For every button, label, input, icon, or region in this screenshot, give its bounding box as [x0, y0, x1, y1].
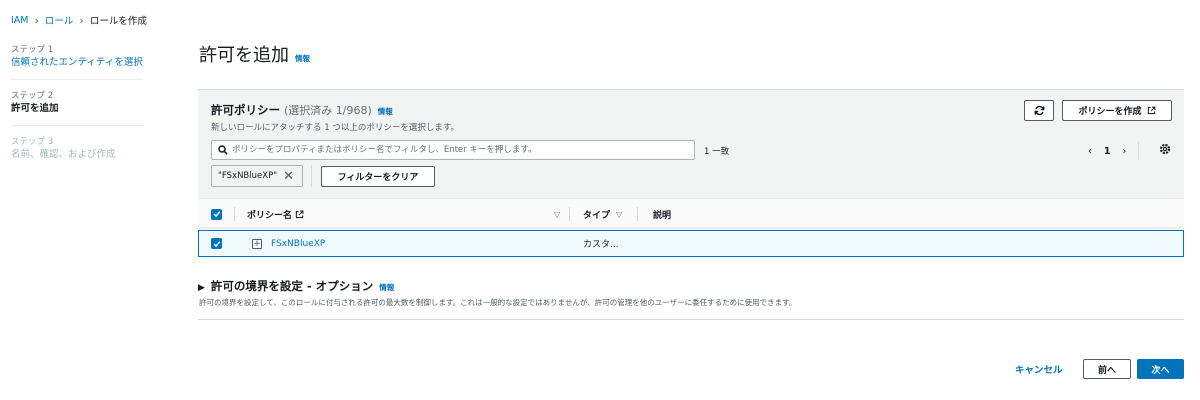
- select-all-checkbox[interactable]: [211, 208, 222, 220]
- policies-header: 許可ポリシー (選択済み 1/968) 情報 新しいロールにアタッチする 1 つ…: [211, 102, 459, 133]
- permissions-policies-panel: 許可ポリシー (選択済み 1/968) 情報 新しいロールにアタッチする 1 つ…: [198, 89, 1184, 257]
- search-icon: [218, 145, 228, 155]
- policies-table-header: ポリシー名 ▽ タイプ ▽ 説明: [198, 198, 1184, 228]
- token-divider: [311, 165, 312, 187]
- policies-selected-count: (選択済み 1/968): [284, 104, 372, 117]
- column-divider: [637, 207, 638, 221]
- page-info-link[interactable]: 情報: [295, 53, 310, 64]
- row-checkbox[interactable]: [211, 238, 222, 249]
- breadcrumb-roles[interactable]: ロール: [45, 13, 74, 27]
- page-header: 許可を追加 情報: [199, 41, 310, 67]
- checkmark-icon: [213, 211, 220, 218]
- create-policy-button[interactable]: ポリシーを作成: [1062, 100, 1172, 121]
- chevron-right-icon: ›: [34, 13, 39, 27]
- external-link-icon: [295, 210, 304, 218]
- step-3-number: ステップ 3: [11, 137, 54, 147]
- create-policy-label: ポリシーを作成: [1078, 107, 1142, 117]
- column-divider: [234, 207, 235, 221]
- step-2-number: ステップ 2: [11, 91, 54, 101]
- step-2: ステップ 2 許可を追加: [11, 90, 143, 126]
- policy-name-link[interactable]: FSxNBlueXP: [271, 239, 325, 249]
- page-title: 許可を追加: [199, 45, 289, 66]
- step-3-title: 名前、確認、および作成: [11, 149, 116, 160]
- sort-down-icon: ▽: [616, 209, 623, 219]
- column-policy-name-label: ポリシー名: [247, 210, 293, 221]
- sort-down-icon: ▽: [554, 209, 561, 219]
- clear-filters-button[interactable]: フィルターをクリア: [321, 166, 435, 187]
- boundary-title[interactable]: 許可の境界を設定 - オプション: [211, 278, 373, 294]
- breadcrumb-iam[interactable]: IAM: [11, 15, 29, 26]
- pager-divider: [1138, 142, 1140, 160]
- column-divider: [569, 207, 570, 221]
- table-row[interactable]: + FSxNBlueXP カスタ...: [198, 230, 1184, 257]
- chevron-right-icon[interactable]: ›: [1122, 146, 1126, 157]
- refresh-button[interactable]: [1024, 100, 1054, 121]
- select-all-cell: [211, 199, 222, 229]
- sort-policy-name[interactable]: ▽: [548, 199, 560, 229]
- expand-plus-icon[interactable]: +: [252, 238, 262, 249]
- step-1: ステップ 1 信頼されたエンティティを選択: [11, 44, 143, 80]
- policy-search-field[interactable]: [211, 140, 695, 160]
- gear-icon[interactable]: [1159, 143, 1171, 155]
- column-policy-name[interactable]: ポリシー名: [247, 199, 304, 229]
- column-type-label: タイプ: [583, 210, 611, 221]
- policy-type: カスタ...: [583, 240, 619, 250]
- policies-description: 新しいロールにアタッチする 1 つ以上のポリシーを選択します。: [211, 123, 459, 133]
- external-link-icon: [1147, 106, 1155, 115]
- previous-button[interactable]: 前へ: [1083, 359, 1131, 379]
- column-description-label: 説明: [653, 210, 672, 221]
- row-select-cell: [211, 231, 222, 256]
- refresh-icon: [1034, 105, 1044, 116]
- chevron-left-icon[interactable]: ‹: [1088, 146, 1092, 157]
- close-icon[interactable]: ✕: [283, 169, 294, 184]
- policy-search-input[interactable]: [232, 145, 692, 155]
- chevron-right-icon: ›: [79, 13, 84, 27]
- column-description: 説明: [653, 199, 671, 229]
- wizard-steps: ステップ 1 信頼されたエンティティを選択 ステップ 2 許可を追加 ステップ …: [11, 44, 143, 181]
- filter-token-label: "FSxNBlueXP": [218, 171, 278, 181]
- caret-right-icon[interactable]: ▶: [198, 283, 205, 293]
- policies-info-link[interactable]: 情報: [378, 106, 393, 117]
- breadcrumb-create-role: ロールを作成: [89, 16, 147, 27]
- row-policy-name-cell: + FSxNBlueXP: [252, 231, 325, 256]
- page-number[interactable]: 1: [1104, 146, 1111, 157]
- checkmark-icon: [213, 240, 220, 247]
- permissions-boundary-section: ▶ 許可の境界を設定 - オプション 情報 許可の境界を設定して、このロールに付…: [198, 278, 1184, 320]
- step-1-number: ステップ 1: [11, 45, 54, 55]
- step-2-title: 許可を追加: [11, 103, 59, 114]
- boundary-info-link[interactable]: 情報: [379, 282, 394, 293]
- pagination: ‹ 1 ›: [1088, 142, 1140, 160]
- next-button[interactable]: 次へ: [1137, 359, 1184, 379]
- boundary-description: 許可の境界を設定して、このロールに付与される許可の最大数を制御します。これは一般…: [199, 298, 797, 307]
- policies-title: 許可ポリシー: [211, 103, 280, 117]
- match-count: 1 一致: [704, 147, 730, 157]
- cancel-button[interactable]: キャンセル: [1015, 362, 1063, 376]
- filter-token: "FSxNBlueXP" ✕: [211, 165, 303, 187]
- row-type-cell: カスタ...: [583, 231, 619, 256]
- step-1-link[interactable]: 信頼されたエンティティを選択: [11, 56, 143, 69]
- step-3: ステップ 3 名前、確認、および作成: [11, 136, 143, 171]
- breadcrumb: IAM › ロール › ロールを作成: [11, 13, 147, 28]
- column-type[interactable]: タイプ ▽: [583, 199, 622, 229]
